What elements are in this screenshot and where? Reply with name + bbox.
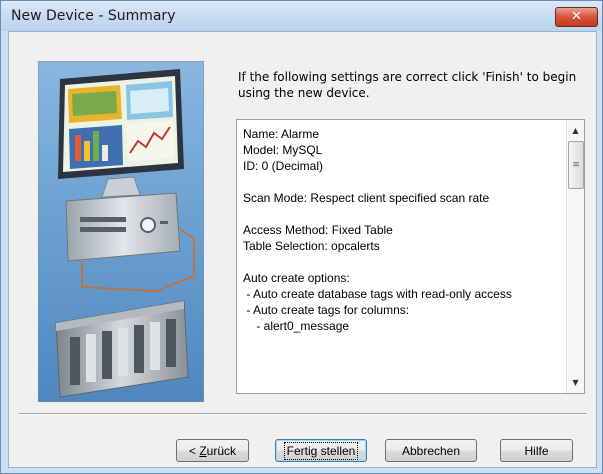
dialog-window: New Device - Summary ✕ If the following … <box>0 0 603 474</box>
summary-line: Access Method: Fixed Table <box>243 223 393 237</box>
scroll-down-icon: ▼ <box>572 378 579 387</box>
vertical-scrollbar[interactable]: ▲ ≡ ▼ <box>566 120 584 393</box>
summary-line: - Auto create tags for columns: <box>243 303 410 317</box>
computer-case-graphic <box>65 192 181 262</box>
back-button[interactable]: < Zurück <box>176 439 249 462</box>
cancel-button-label: Abbrechen <box>401 443 461 458</box>
scroll-thumb[interactable]: ≡ <box>568 141 584 189</box>
dialog-client-area: If the following settings are correct cl… <box>8 31 597 468</box>
button-separator <box>19 413 586 415</box>
scroll-up-icon: ▲ <box>572 126 579 135</box>
summary-line: Scan Mode: Respect client specified scan… <box>243 191 490 205</box>
finish-button[interactable]: Fertig stellen <box>275 439 367 462</box>
help-button[interactable]: Hilfe <box>500 439 573 462</box>
scroll-grip-icon: ≡ <box>572 159 580 170</box>
back-button-label: < Zurück <box>189 444 236 458</box>
back-rest: urück <box>206 443 237 458</box>
summary-line: Model: MySQL <box>243 143 323 157</box>
help-button-label: Hilfe <box>524 443 549 458</box>
summary-line: - Auto create database tags with read-on… <box>243 287 512 301</box>
finish-button-label: Fertig stellen <box>283 441 359 460</box>
close-button[interactable]: ✕ <box>555 7 598 27</box>
back-mnemonic: Z <box>199 443 207 458</box>
title-bar[interactable]: New Device - Summary ✕ <box>1 1 602 31</box>
summary-line <box>243 254 558 270</box>
summary-line: ID: 0 (Decimal) <box>243 159 324 173</box>
summary-line <box>243 206 558 222</box>
close-icon: ✕ <box>571 9 582 24</box>
summary-line <box>243 174 558 190</box>
scroll-up-button[interactable]: ▲ <box>567 122 584 139</box>
summary-line: - alert0_message <box>243 319 350 333</box>
summary-content: Name: Alarme Model: MySQL ID: 0 (Decimal) S… <box>243 126 558 334</box>
instruction-text: If the following settings are correct cl… <box>238 70 577 100</box>
computer-illustration <box>38 61 204 402</box>
back-prefix: < <box>188 443 200 458</box>
window-title: New Device - Summary <box>11 8 176 24</box>
summary-line: Table Selection: opcalerts <box>243 239 380 253</box>
cancel-button[interactable]: Abbrechen <box>385 439 477 462</box>
summary-textbox[interactable]: Name: Alarme Model: MySQL ID: 0 (Decimal) S… <box>236 119 585 394</box>
scroll-down-button[interactable]: ▼ <box>567 374 584 391</box>
summary-line: Name: Alarme <box>243 127 320 141</box>
summary-line: Auto create options: <box>243 271 350 285</box>
